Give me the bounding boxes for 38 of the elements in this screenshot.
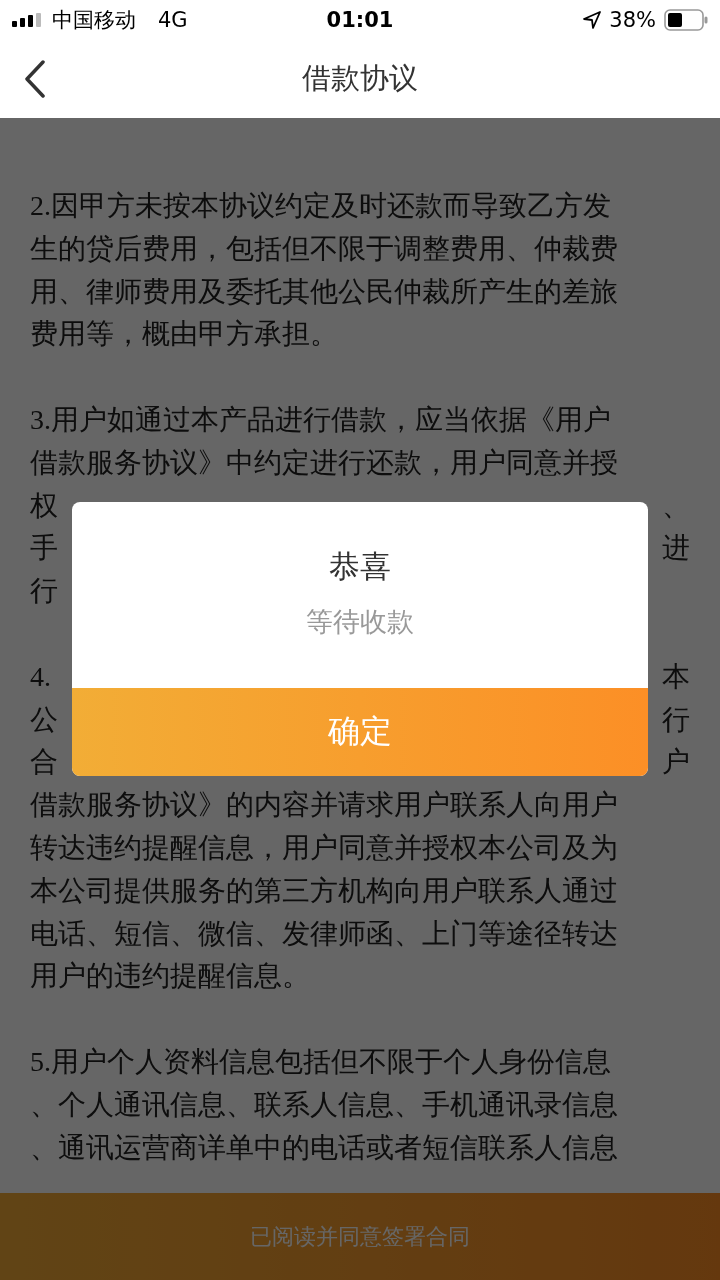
agreement-text-line: 用、律师费用及委托其他公民仲裁所产生的差旅 [30,275,618,307]
page-title: 借款协议 [302,60,418,97]
agreement-text-line: 费用等，概由甲方承担。 [30,318,338,350]
agreement-text-line: 2.因甲方未按本协议约定及时还款而导致乙方发 [30,190,611,221]
network-type: 4G [158,8,188,32]
sign-contract-button[interactable]: 已阅读并同意签署合同 [0,1193,720,1280]
agreement-text-line: 4. [30,659,51,694]
carrier-name: 中国移动 [52,7,136,34]
agreement-text-line: 借款服务协议》的内容并请求用户联系人向用户 [30,789,618,821]
agreement-text-line: 、个人通讯信息、联系人信息、手机通讯录信息 [30,1088,618,1120]
agreement-text-line: 5.用户个人资料信息包括但不限于个人身份信息 [30,1045,611,1077]
agreement-text-line: 本公司提供服务的第三方机构向用户联系人通过 [30,874,618,906]
agreement-text-line: 、通讯运营商详单中的电话或者短信联系人信息 [30,1131,618,1163]
agreement-text-line: 户 [662,745,690,780]
agreement-text-line: 电话、短信、微信、发律师函、上门等途径转达 [30,917,618,949]
agreement-text-line: 借款服务协议》中约定进行还款，用户同意并授 [30,446,618,478]
dialog-message: 等待收款 [306,605,414,639]
agreement-text-line: 权 [30,488,58,523]
agreement-text-line: 行 [662,702,690,737]
confirm-button[interactable]: 确定 [72,688,648,776]
agreement-text-line: 合 [30,745,58,780]
agreement-text-line: 公 [30,702,58,737]
dialog-title: 恭喜 [329,547,391,586]
agreement-text-line: 进 [662,531,690,566]
signal-icon [12,13,42,27]
agreement-text-line: 3.用户如通过本产品进行借款，应当依据《用户 [30,404,611,435]
agreement-text-line: 手 [30,531,58,566]
clock: 01:01 [326,8,394,32]
agreement-text-line: 行 [30,574,58,609]
battery-icon [664,9,708,31]
agreement-text-line: 生的贷后费用，包括但不限于调整费用、仲裁费 [30,232,618,264]
back-icon[interactable] [24,60,46,98]
agreement-text-line: 本 [662,659,690,694]
agreement-text-line: 、 [662,488,690,523]
agreement-text-line: 用户的违约提醒信息。 [30,960,310,992]
location-arrow-icon [583,11,602,29]
agreement-text-line: 转达违约提醒信息，用户同意并授权本公司及为 [30,831,618,863]
battery-percent: 38% [609,8,656,32]
